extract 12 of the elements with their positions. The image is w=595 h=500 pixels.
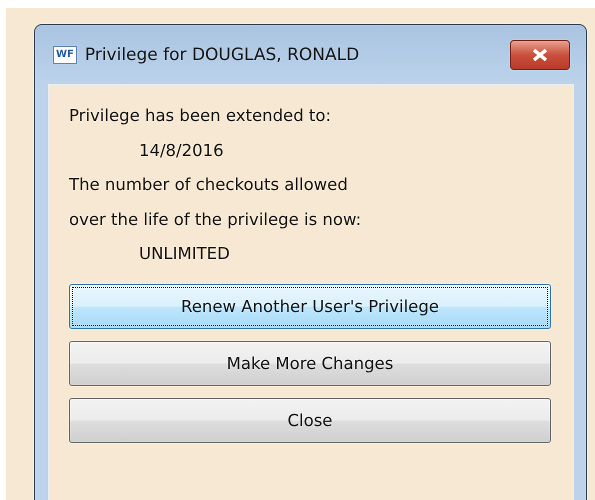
message-text: The number of checkouts allowed xyxy=(69,174,349,196)
message-text: 14/8/2016 xyxy=(138,140,225,162)
dialog-button[interactable]: Make More Changes xyxy=(69,340,551,386)
dialog-button[interactable]: Close xyxy=(69,398,551,442)
message-text: Privilege has been extended to: xyxy=(69,105,332,127)
window-title: Privilege for DOUGLAS, RONALD xyxy=(84,44,360,64)
dialog-button[interactable]: Renew Another User's Privilege xyxy=(69,284,551,328)
close-button[interactable] xyxy=(510,40,570,70)
message-text: UNLIMITED xyxy=(138,243,231,265)
close-icon xyxy=(531,48,549,62)
message-text: over the life of the privilege is now: xyxy=(69,208,362,230)
app-icon: WF xyxy=(53,46,77,64)
